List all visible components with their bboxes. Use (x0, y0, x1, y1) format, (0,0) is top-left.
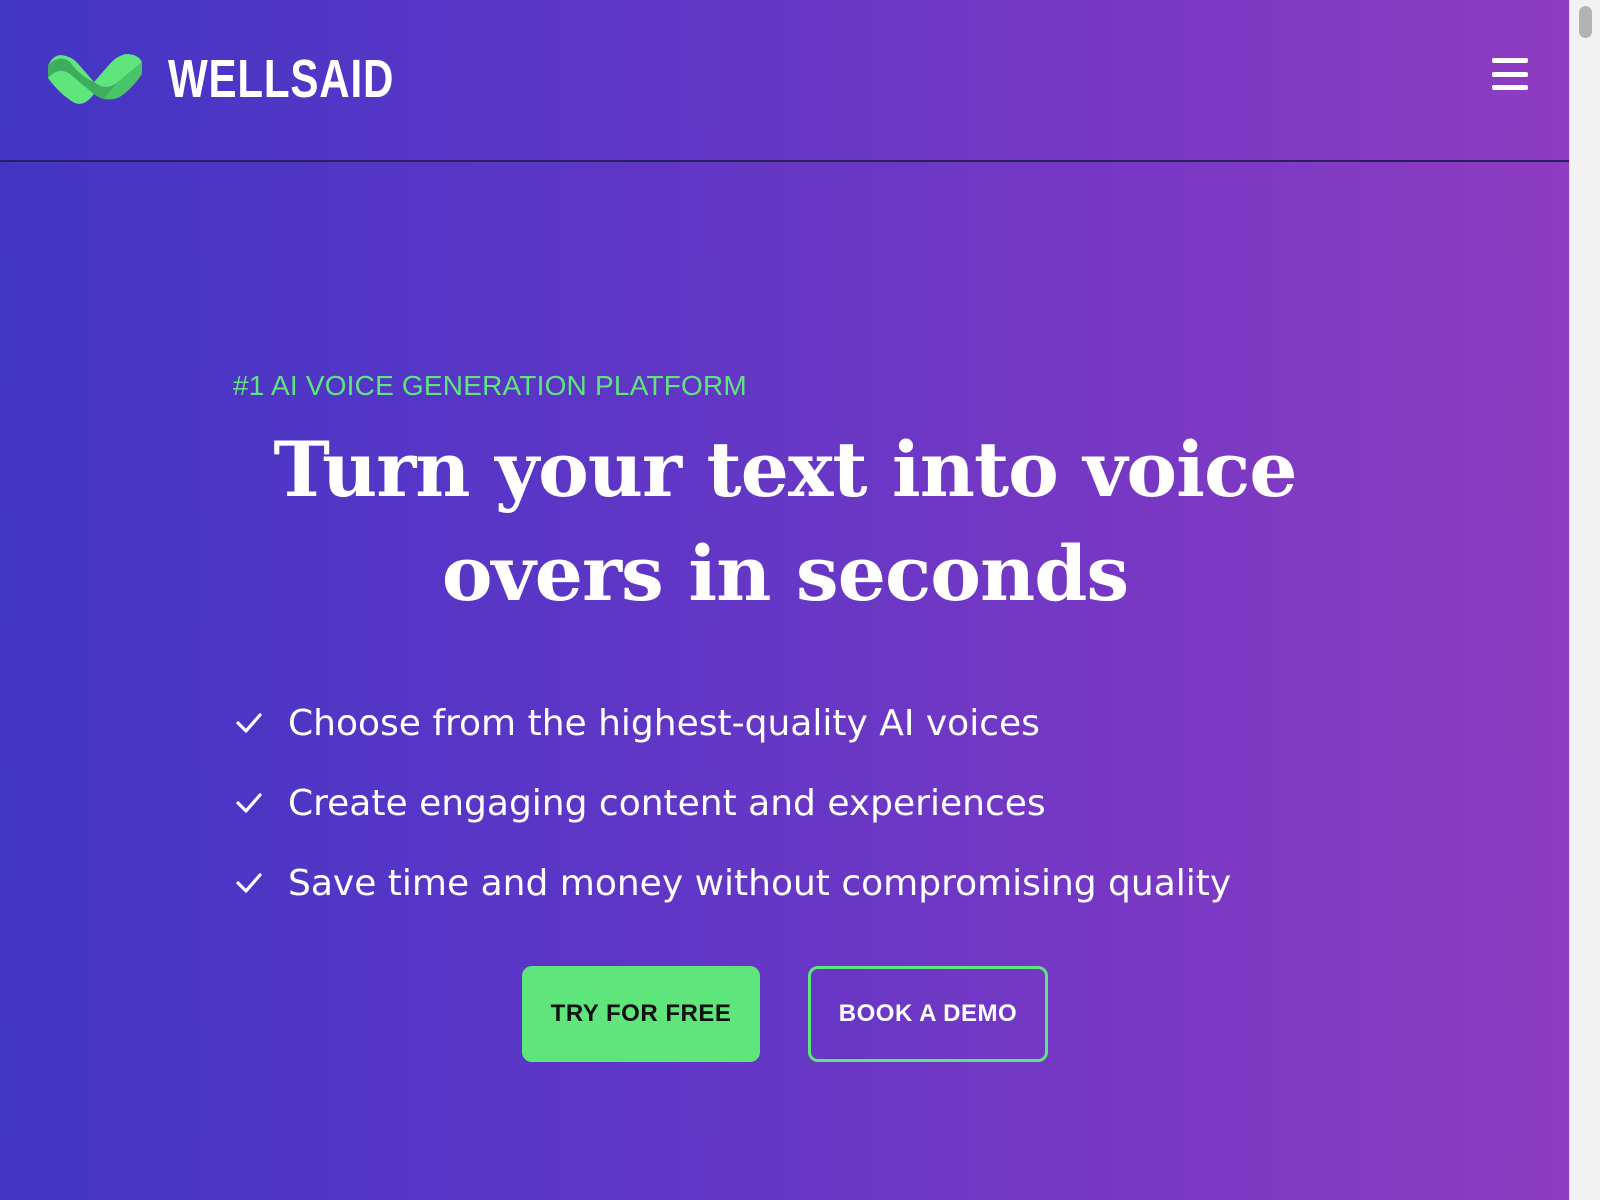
wellsaid-wave-logo-icon (48, 54, 142, 104)
feature-item: Save time and money without compromising… (234, 843, 1231, 923)
hero-actions: TRY FOR FREE BOOK A DEMO (522, 966, 1048, 1062)
headline-line-1: Turn your text into voice (273, 425, 1297, 514)
book-a-demo-button[interactable]: BOOK A DEMO (808, 966, 1048, 1062)
check-icon (236, 713, 262, 733)
vertical-scrollbar[interactable] (1569, 0, 1600, 1200)
menu-bar (1492, 71, 1528, 77)
hamburger-menu-icon[interactable] (1489, 54, 1531, 94)
menu-bar (1492, 58, 1528, 63)
try-for-free-button[interactable]: TRY FOR FREE (522, 966, 760, 1062)
feature-list: Choose from the highest-quality AI voice… (234, 683, 1231, 923)
hero-eyebrow: #1 AI VOICE GENERATION PLATFORM (233, 370, 747, 401)
scrollbar-thumb[interactable] (1579, 6, 1592, 38)
brand-logo-link[interactable]: WELLSAID (44, 48, 458, 110)
check-icon (236, 793, 262, 813)
feature-text: Choose from the highest-quality AI voice… (288, 702, 1040, 744)
hero-headline: Turn your text into voice overs in secon… (200, 418, 1370, 626)
page-viewport: WELLSAID #1 AI VOICE GENERATION PLATFORM… (0, 0, 1569, 1200)
feature-text: Create engaging content and experiences (288, 782, 1046, 824)
check-icon (236, 873, 262, 893)
brand-name: WELLSAID (168, 49, 395, 109)
feature-text: Save time and money without compromising… (288, 862, 1232, 904)
menu-bar (1492, 85, 1528, 90)
feature-item: Choose from the highest-quality AI voice… (234, 683, 1231, 763)
headline-line-2: overs in seconds (441, 529, 1129, 618)
site-header: WELLSAID (0, 0, 1569, 162)
feature-item: Create engaging content and experiences (234, 763, 1231, 843)
